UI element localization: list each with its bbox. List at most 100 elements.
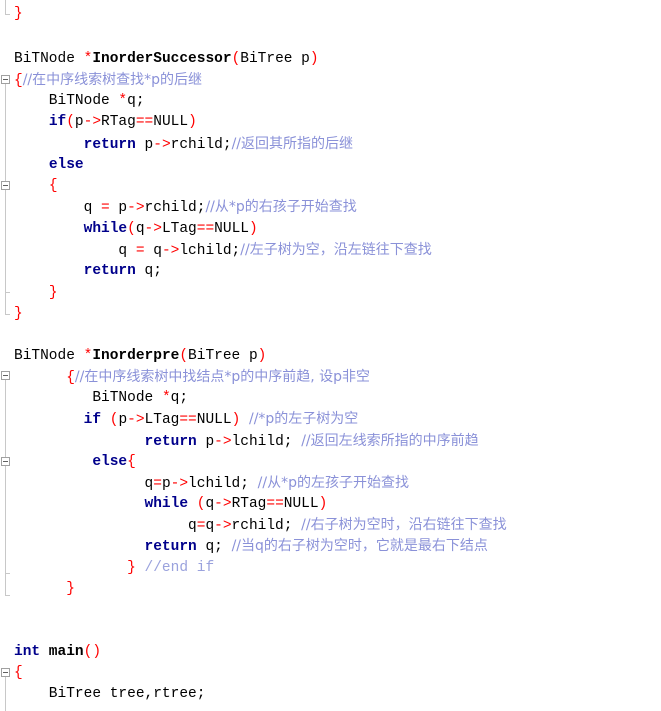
- code-token: (: [231, 51, 241, 67]
- code-line[interactable]: } //end if: [14, 558, 214, 579]
- code-line[interactable]: return q;: [14, 261, 162, 282]
- code-line[interactable]: {//在中序线索树查找*p的后继: [14, 70, 202, 91]
- code-line[interactable]: else{: [14, 452, 136, 473]
- code-token: }: [127, 560, 136, 576]
- code-line[interactable]: q = q->lchild;//左子树为空，沿左链往下查找: [14, 240, 432, 261]
- code-token: BiTree p: [188, 348, 258, 364]
- fold-end-marker: [5, 292, 10, 293]
- code-token: lchild;: [231, 434, 302, 450]
- code-token: lchild;: [188, 476, 258, 492]
- code-token: BiTree p: [240, 51, 310, 67]
- code-comment: //当q的右子树为空时，它就是最右下结点: [231, 538, 488, 554]
- fold-toggle-icon[interactable]: [1, 181, 10, 190]
- code-comment: //*p的左子树为空: [248, 411, 359, 427]
- code-line[interactable]: if(p->RTag==NULL): [14, 112, 197, 133]
- code-token: *: [161, 390, 171, 406]
- code-line[interactable]: q = p->rchild;//从*p的右孩子开始查找: [14, 197, 357, 218]
- code-token: BiTNode: [14, 93, 119, 109]
- code-token: }: [66, 581, 75, 597]
- code-line[interactable]: while(q->LTag==NULL): [14, 219, 258, 240]
- code-line[interactable]: {: [14, 663, 23, 684]
- code-line[interactable]: BiTNode *InorderSuccessor(BiTree p): [14, 49, 319, 70]
- code-token: =: [101, 200, 110, 216]
- fold-toggle-icon[interactable]: [1, 457, 10, 466]
- code-line[interactable]: {: [14, 176, 58, 197]
- code-token: p: [196, 434, 215, 450]
- code-token: p: [74, 114, 84, 130]
- code-line[interactable]: BiTNode *Inorderpre(BiTree p): [14, 346, 266, 367]
- code-token: ->: [170, 476, 189, 492]
- fold-end-marker: [5, 314, 10, 315]
- code-token: NULL: [153, 114, 189, 130]
- code-line[interactable]: }: [14, 4, 23, 25]
- code-line[interactable]: }: [14, 283, 58, 304]
- fold-end-marker: [5, 573, 10, 574]
- code-line[interactable]: if (p->LTag==NULL) //*p的左子树为空: [14, 409, 359, 430]
- code-token: ): [309, 51, 319, 67]
- code-token: q: [205, 496, 215, 512]
- code-token: ): [231, 412, 241, 428]
- code-token: ->: [83, 114, 102, 130]
- code-token: ): [318, 496, 328, 512]
- code-token: {: [14, 665, 23, 681]
- fold-guide-line: [5, 0, 6, 14]
- code-token: {: [66, 370, 75, 386]
- code-line[interactable]: int main(): [14, 642, 101, 663]
- code-token: (: [66, 114, 75, 130]
- code-token: =: [135, 243, 145, 259]
- code-comment: //在中序线索树中找结点*p的中序前趋, 设p非空: [74, 369, 371, 385]
- code-token: BiTNode: [14, 390, 162, 406]
- code-token: ==: [135, 114, 154, 130]
- code-token: p: [109, 200, 128, 216]
- code-token: ->: [214, 518, 232, 534]
- code-line[interactable]: q=q->rchild; //右子树为空时，沿右链往下查找: [14, 515, 507, 536]
- code-token: (): [83, 644, 102, 660]
- code-token: q: [14, 476, 154, 492]
- code-token: ): [257, 348, 267, 364]
- code-token: ->: [161, 243, 180, 259]
- code-token: RTag: [101, 114, 136, 130]
- code-token: InorderSuccessor: [92, 51, 232, 67]
- code-line[interactable]: else: [14, 155, 84, 176]
- code-token: ==: [266, 496, 284, 512]
- code-comment: //从*p的左孩子开始查找: [257, 475, 409, 491]
- code-token: (: [179, 348, 189, 364]
- code-line[interactable]: return q; //当q的右子树为空时，它就是最右下结点: [14, 536, 488, 557]
- code-token: NULL: [283, 496, 319, 512]
- code-editor[interactable]: } BiTNode *InorderSuccessor(BiTree p) {//在…: [0, 0, 661, 711]
- code-line[interactable]: q=p->lchild; //从*p的左孩子开始查找: [14, 473, 409, 494]
- code-line[interactable]: }: [14, 579, 75, 600]
- fold-toggle-icon[interactable]: [1, 668, 10, 677]
- code-token: ==: [179, 412, 197, 428]
- fold-toggle-icon[interactable]: [1, 371, 10, 380]
- code-token: ): [188, 114, 197, 130]
- code-token: if: [48, 114, 67, 130]
- code-line[interactable]: while (q->RTag==NULL): [14, 494, 328, 515]
- code-token: q: [14, 243, 136, 259]
- code-line[interactable]: return p->rchild;//返回其所指的后继: [14, 134, 353, 155]
- fold-toggle-icon[interactable]: [1, 75, 10, 84]
- code-token: return: [144, 539, 197, 555]
- code-line[interactable]: }: [14, 304, 23, 325]
- code-comment: //返回其所指的后继: [231, 136, 354, 152]
- code-token: ==: [196, 221, 215, 237]
- code-line[interactable]: BiTree tree,rtree;: [14, 684, 206, 705]
- code-line[interactable]: {//在中序线索树中找结点*p的中序前趋, 设p非空: [14, 367, 370, 388]
- code-line[interactable]: return p->lchild; //返回左线索所指的中序前趋: [14, 431, 479, 452]
- code-line[interactable]: BiTNode *q;: [14, 388, 188, 409]
- code-line[interactable]: BiTNode *q;: [14, 91, 145, 112]
- code-comment: //左子树为空，沿左链往下查找: [240, 242, 432, 258]
- code-token: p: [135, 137, 154, 153]
- code-token: if: [83, 412, 102, 428]
- code-token: rchild;: [170, 137, 232, 153]
